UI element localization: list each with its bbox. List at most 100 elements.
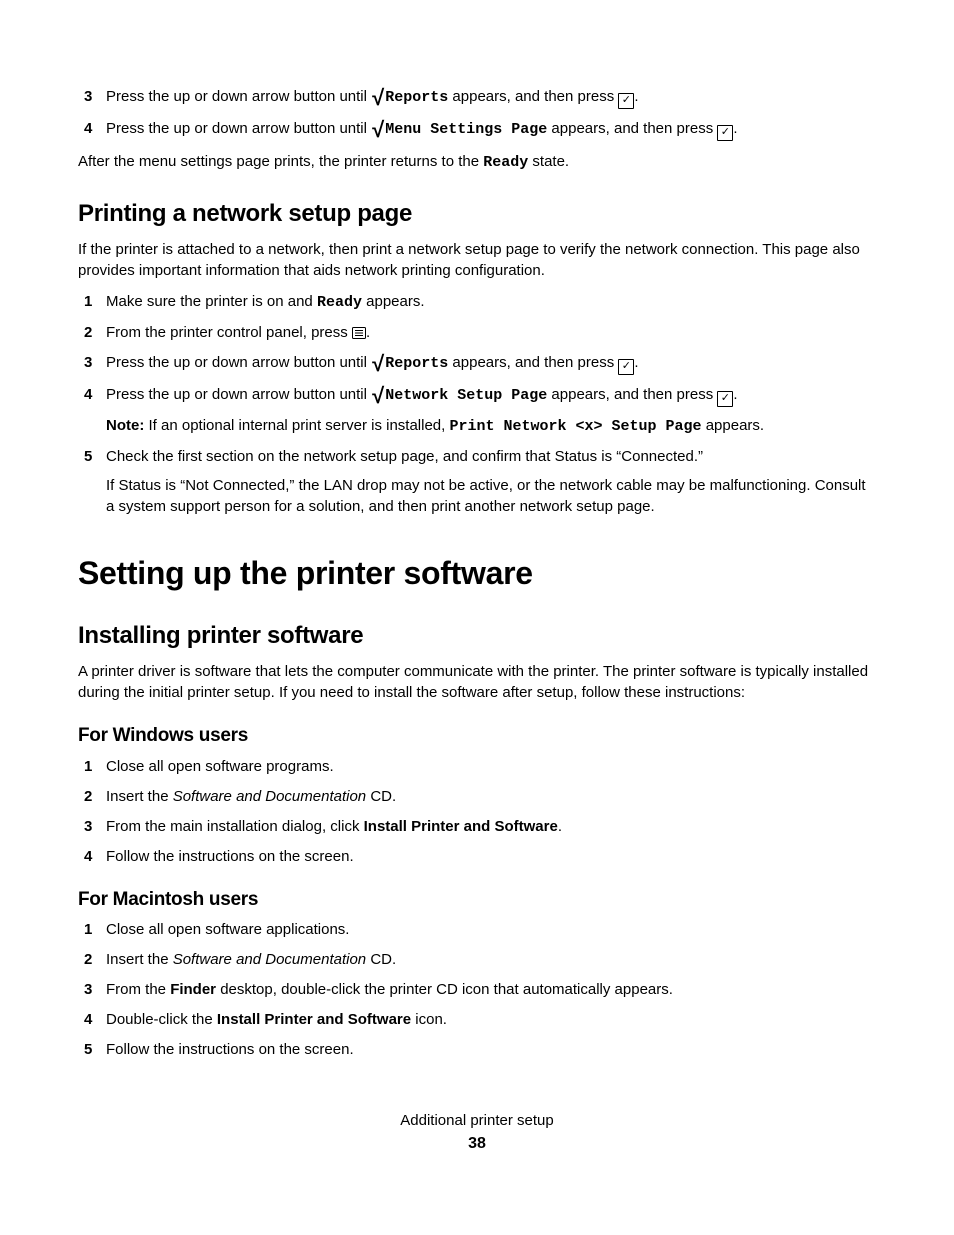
step-bold: Finder [170, 981, 216, 998]
step-mono: Menu Settings Page [385, 121, 547, 138]
step-text: Press the up or down arrow button until [106, 88, 371, 105]
step-number: 3 [84, 86, 92, 107]
step-bold: Install Printer and Software [364, 818, 558, 835]
step-text: Insert the [106, 951, 173, 968]
page-footer: Additional printer setup 38 [78, 1110, 876, 1155]
step-text: . [634, 88, 638, 105]
step-italic: Software and Documentation [173, 951, 366, 968]
step-text: Insert the [106, 788, 173, 805]
step-number: 4 [84, 1009, 92, 1030]
list-item: 4 Double-click the Install Printer and S… [78, 1009, 876, 1030]
step-text: CD. [366, 788, 396, 805]
windows-steps: 1 Close all open software programs. 2 In… [78, 756, 876, 867]
list-item: 1 Close all open software applications. [78, 919, 876, 940]
step-text: appears. [362, 293, 425, 310]
list-item: 3 Press the up or down arrow button unti… [78, 86, 876, 109]
paragraph: If the printer is attached to a network,… [78, 239, 876, 281]
list-item: 2 Insert the Software and Documentation … [78, 949, 876, 970]
step-text: Press the up or down arrow button until [106, 120, 371, 137]
step-number: 2 [84, 322, 92, 343]
top-steps: 3 Press the up or down arrow button unti… [78, 86, 876, 141]
heading-network: Printing a network setup page [78, 197, 876, 231]
step-number: 2 [84, 786, 92, 807]
step-bold: Install Printer and Software [217, 1011, 411, 1028]
step-number: 3 [84, 816, 92, 837]
step-number: 1 [84, 291, 92, 312]
step-number: 2 [84, 949, 92, 970]
step-text: appears, and then press [448, 88, 618, 105]
step-text: appears, and then press [547, 386, 717, 403]
note-text: appears. [702, 417, 765, 434]
step-number: 1 [84, 756, 92, 777]
step-text: Follow the instructions on the screen. [106, 848, 354, 865]
step-text: From the main installation dialog, click [106, 818, 364, 835]
step-text: Make sure the printer is on and [106, 293, 317, 310]
step-text: Follow the instructions on the screen. [106, 1041, 354, 1058]
step-text: Close all open software programs. [106, 758, 334, 775]
step-number: 3 [84, 979, 92, 1000]
step-text: appears, and then press [448, 354, 618, 371]
list-item: 3 From the main installation dialog, cli… [78, 816, 876, 837]
step-number: 5 [84, 1039, 92, 1060]
step-text: . [733, 120, 737, 137]
step-sub: If Status is “Not Connected,” the LAN dr… [106, 475, 876, 517]
step-text: Close all open software applications. [106, 921, 349, 938]
step-mono: Ready [317, 294, 362, 311]
step-text: Double-click the [106, 1011, 217, 1028]
menu-button-icon [352, 327, 366, 339]
ok-button-icon: ✓ [618, 93, 634, 109]
heading-windows: For Windows users [78, 723, 876, 750]
paragraph: After the menu settings page prints, the… [78, 151, 876, 173]
footer-page-number: 38 [78, 1133, 876, 1155]
list-item: 3 Press the up or down arrow button unti… [78, 352, 876, 375]
step-mono: Reports [385, 355, 448, 372]
step-note: Note: If an optional internal print serv… [106, 415, 876, 437]
step-text: . [366, 324, 370, 341]
list-item: 4 Follow the instructions on the screen. [78, 846, 876, 867]
text: state. [528, 153, 569, 170]
list-item: 4 Press the up or down arrow button unti… [78, 118, 876, 141]
step-text: Check the first section on the network s… [106, 448, 703, 465]
text: After the menu settings page prints, the… [78, 153, 483, 170]
footer-title: Additional printer setup [78, 1110, 876, 1131]
network-steps: 1 Make sure the printer is on and Ready … [78, 291, 876, 517]
list-item: 1 Make sure the printer is on and Ready … [78, 291, 876, 313]
step-mono: Network Setup Page [385, 387, 547, 404]
step-text: . [634, 354, 638, 371]
step-number: 4 [84, 846, 92, 867]
list-item: 5 Follow the instructions on the screen. [78, 1039, 876, 1060]
step-number: 1 [84, 919, 92, 940]
step-text: icon. [411, 1011, 447, 1028]
note-text: If an optional internal print server is … [144, 417, 449, 434]
step-text: . [558, 818, 562, 835]
step-number: 4 [84, 118, 92, 139]
step-text: desktop, double-click the printer CD ico… [216, 981, 673, 998]
list-item: 3 From the Finder desktop, double-click … [78, 979, 876, 1000]
ok-button-icon: ✓ [717, 125, 733, 141]
paragraph: A printer driver is software that lets t… [78, 661, 876, 703]
step-number: 4 [84, 384, 92, 405]
ok-button-icon: ✓ [717, 391, 733, 407]
list-item: 2 From the printer control panel, press … [78, 322, 876, 343]
step-text: . [733, 386, 737, 403]
list-item: 5 Check the first section on the network… [78, 446, 876, 517]
step-text: appears, and then press [547, 120, 717, 137]
step-text: CD. [366, 951, 396, 968]
note-label: Note: [106, 417, 144, 434]
step-text: From the [106, 981, 170, 998]
step-number: 3 [84, 352, 92, 373]
step-text: Press the up or down arrow button until [106, 386, 371, 403]
list-item: 4 Press the up or down arrow button unti… [78, 384, 876, 437]
note-mono: Print Network <x> Setup Page [449, 418, 701, 435]
step-text: From the printer control panel, press [106, 324, 352, 341]
mac-steps: 1 Close all open software applications. … [78, 919, 876, 1060]
list-item: 2 Insert the Software and Documentation … [78, 786, 876, 807]
step-italic: Software and Documentation [173, 788, 366, 805]
heading-install-software: Installing printer software [78, 619, 876, 653]
text-mono: Ready [483, 154, 528, 171]
list-item: 1 Close all open software programs. [78, 756, 876, 777]
heading-setup-software: Setting up the printer software [78, 551, 876, 596]
ok-button-icon: ✓ [618, 359, 634, 375]
step-number: 5 [84, 446, 92, 467]
heading-mac: For Macintosh users [78, 887, 876, 914]
